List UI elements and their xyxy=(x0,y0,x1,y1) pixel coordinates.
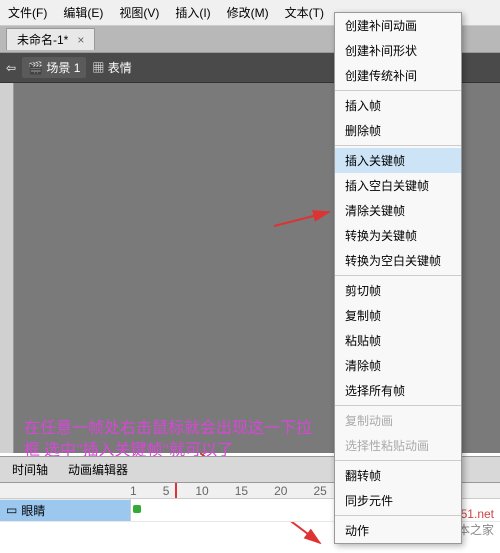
annotation-arrow-1 xyxy=(274,208,334,230)
symbol-crumb[interactable]: ▦ 表情 xyxy=(92,59,131,76)
cm-clear-keyframe[interactable]: 清除关键帧 xyxy=(335,198,461,223)
cm-sync-symbols[interactable]: 同步元件 xyxy=(335,488,461,513)
doc-tab[interactable]: 未命名-1* × xyxy=(6,28,95,50)
separator xyxy=(335,90,461,91)
cm-copy-motion: 复制动画 xyxy=(335,408,461,433)
ruler-tick: 10 xyxy=(195,484,208,498)
cm-create-motion-tween[interactable]: 创建补间动画 xyxy=(335,13,461,38)
cm-copy-frames[interactable]: 复制帧 xyxy=(335,303,461,328)
symbol-icon: ▦ xyxy=(92,61,104,75)
cm-paste-motion-special: 选择性粘贴动画 xyxy=(335,433,461,458)
tool-panel[interactable] xyxy=(0,83,14,453)
cm-insert-blank-keyframe[interactable]: 插入空白关键帧 xyxy=(335,173,461,198)
ruler-tick: 25 xyxy=(313,484,326,498)
cm-clear-frames[interactable]: 清除帧 xyxy=(335,353,461,378)
cm-convert-keyframe[interactable]: 转换为关键帧 xyxy=(335,223,461,248)
ruler-tick: 20 xyxy=(274,484,287,498)
menu-file[interactable]: 文件(F) xyxy=(4,2,51,23)
cm-convert-blank-keyframe[interactable]: 转换为空白关键帧 xyxy=(335,248,461,273)
context-menu: 创建补间动画 创建补间形状 创建传统补间 插入帧 删除帧 插入关键帧 插入空白关… xyxy=(334,12,462,544)
separator xyxy=(335,405,461,406)
cm-create-shape-tween[interactable]: 创建补间形状 xyxy=(335,38,461,63)
back-icon[interactable]: ⇦ xyxy=(6,61,16,75)
layer-name-cell[interactable]: ▭ 眼睛 xyxy=(0,500,130,521)
menu-view[interactable]: 视图(V) xyxy=(115,2,163,23)
close-icon[interactable]: × xyxy=(77,33,84,47)
cm-create-classic-tween[interactable]: 创建传统补间 xyxy=(335,63,461,88)
cm-actions[interactable]: 动作 xyxy=(335,518,461,543)
ruler-tick: 15 xyxy=(235,484,248,498)
menu-text[interactable]: 文本(T) xyxy=(281,2,328,23)
separator xyxy=(335,460,461,461)
separator xyxy=(335,145,461,146)
tab-timeline[interactable]: 时间轴 xyxy=(6,459,54,480)
ruler-tick: 5 xyxy=(163,484,170,498)
tab-motion-editor[interactable]: 动画编辑器 xyxy=(62,459,134,480)
playhead[interactable] xyxy=(175,483,177,498)
menu-insert[interactable]: 插入(I) xyxy=(171,2,214,23)
menu-modify[interactable]: 修改(M) xyxy=(223,2,273,23)
separator xyxy=(335,515,461,516)
scene-crumb[interactable]: 🎬 场景 1 xyxy=(22,57,86,78)
cm-insert-frame[interactable]: 插入帧 xyxy=(335,93,461,118)
separator xyxy=(335,275,461,276)
cm-insert-keyframe[interactable]: 插入关键帧 xyxy=(335,148,461,173)
cm-reverse-frames[interactable]: 翻转帧 xyxy=(335,463,461,488)
keyframe-icon[interactable] xyxy=(133,505,141,513)
layer-icon: ▭ xyxy=(6,503,17,517)
doc-name: 未命名-1* xyxy=(17,33,68,47)
cm-remove-frame[interactable]: 删除帧 xyxy=(335,118,461,143)
menu-edit[interactable]: 编辑(E) xyxy=(59,2,107,23)
scene-icon: 🎬 xyxy=(28,61,43,75)
cm-paste-frames[interactable]: 粘贴帧 xyxy=(335,328,461,353)
cm-cut-frames[interactable]: 剪切帧 xyxy=(335,278,461,303)
cm-select-all-frames[interactable]: 选择所有帧 xyxy=(335,378,461,403)
ruler-tick: 1 xyxy=(130,484,137,498)
